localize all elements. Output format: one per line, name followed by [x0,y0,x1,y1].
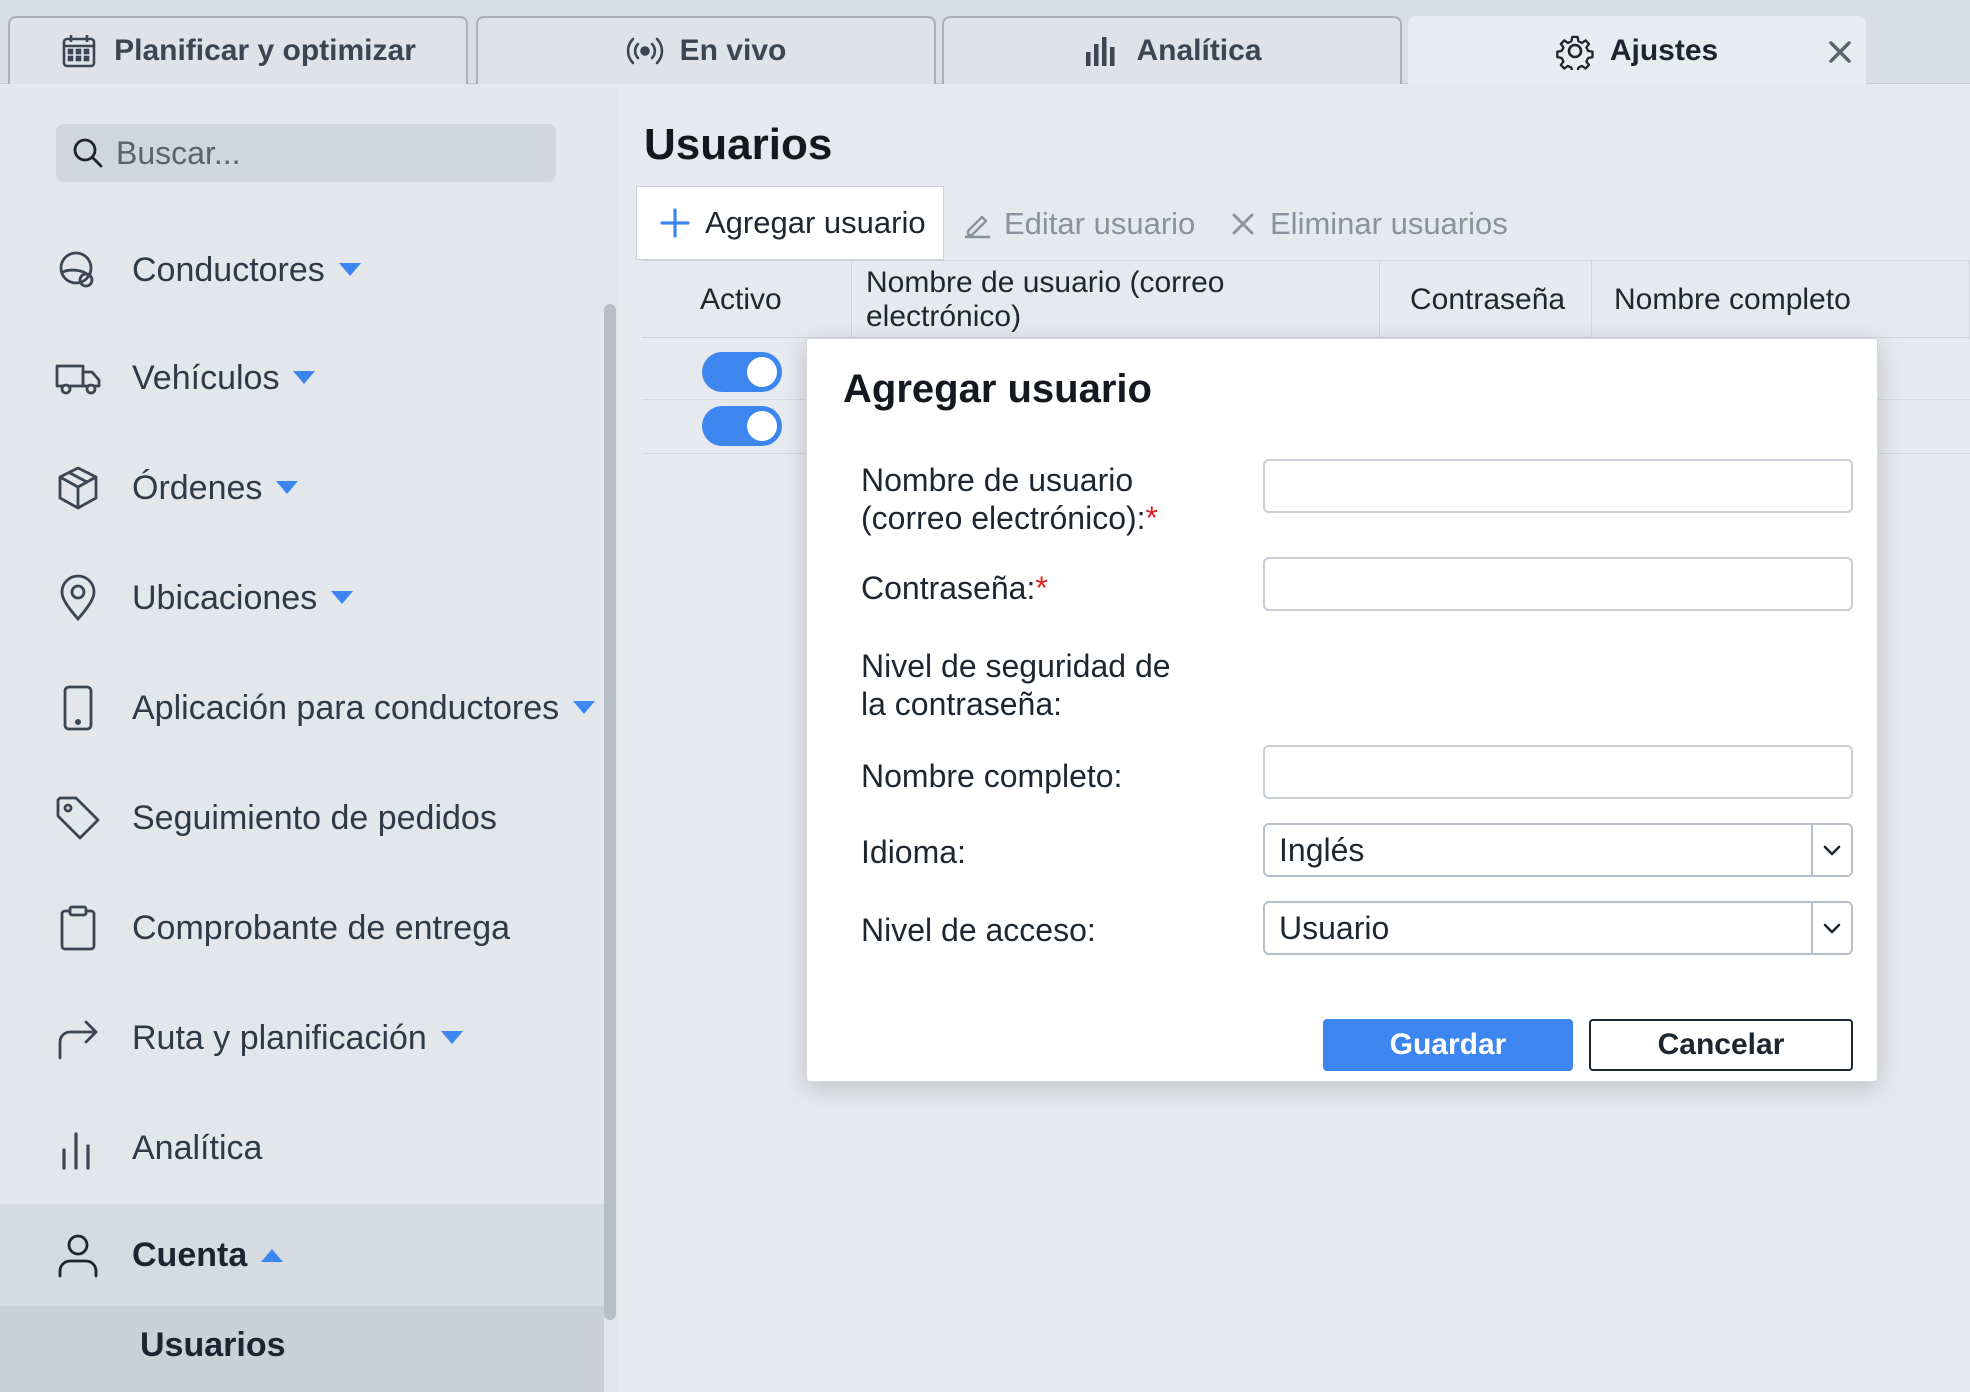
sidebar-item-label: Ubicaciones [132,578,318,617]
tab-label: Ajustes [1609,34,1719,67]
tab-label: Planificar y optimizar [114,34,416,67]
column-header-username[interactable]: Nombre de usuario (correo electrónico) [852,261,1380,339]
fullname-label: Nombre completo: [861,758,1123,794]
sidebar-item-comprobante[interactable]: Comprobante de entrega [0,880,604,976]
cancel-button[interactable]: Cancelar [1589,1019,1853,1071]
language-value: Inglés [1279,831,1365,868]
password-input[interactable] [1263,557,1853,611]
sidebar-item-label: Analítica [132,1128,263,1167]
tab-label: Analítica [1136,34,1262,67]
tab-label: En vivo [679,34,787,67]
add-user-dialog: Agregar usuario Nombre de usuario (corre… [806,338,1878,1082]
close-tab-icon[interactable] [1822,34,1858,70]
sidebar: Conductores Vehículos Órdenes [0,92,618,1392]
pencil-icon [962,209,992,239]
users-table-header: Activo Nombre de usuario (correo electró… [642,260,1970,339]
sidebar-item-label: Comprobante de entrega [132,908,511,947]
edit-user-label: Editar usuario [1004,206,1196,241]
caret-down-icon [573,701,596,714]
sidebar-item-analitica[interactable]: Analítica [0,1100,604,1196]
tab-bar: Planificar y optimizar En vivo Analítica [0,0,1970,84]
tab-analitica[interactable]: Analítica [942,16,1402,84]
gear-icon [1555,32,1594,70]
chevron-down-icon [1811,903,1851,953]
broadcast-icon [626,32,664,70]
calendar-icon [60,32,98,70]
tab-ajustes[interactable]: Ajustes [1408,16,1866,84]
column-header-password[interactable]: Contraseña [1380,261,1592,339]
truck-icon [54,354,102,402]
sidebar-item-aplicacion[interactable]: Aplicación para conductores [0,660,604,756]
username-label: Nombre de usuario (correo electrónico):* [861,462,1158,536]
caret-down-icon [293,371,316,384]
required-mark: * [1145,500,1158,536]
clipboard-icon [54,904,102,952]
sidebar-item-label: Vehículos [132,358,280,397]
access-level-select[interactable]: Usuario [1263,901,1853,955]
sidebar-item-ruta[interactable]: Ruta y planificación [0,990,604,1086]
password-strength-label: Nivel de seguridad de la contraseña: [861,648,1171,722]
close-icon [1228,209,1258,239]
page-title: Usuarios [644,120,833,169]
language-select[interactable]: Inglés [1263,823,1853,877]
sidebar-item-conductores[interactable]: Conductores [0,222,604,318]
route-arrow-icon [54,1014,102,1062]
search-input[interactable] [116,134,536,172]
tab-en-vivo[interactable]: En vivo [476,16,936,84]
access-level-label: Nivel de acceso: [861,912,1096,948]
edit-user-button[interactable]: Editar usuario [962,202,1195,246]
required-mark: * [1035,570,1048,606]
search-icon [70,135,106,171]
add-user-label: Agregar usuario [705,205,926,240]
active-toggle[interactable] [702,352,782,392]
caret-down-icon [276,481,299,494]
sidebar-item-label: Ruta y planificación [132,1018,427,1057]
tag-icon [54,794,102,842]
add-user-button[interactable]: Agregar usuario [636,186,944,260]
sidebar-item-ordenes[interactable]: Órdenes [0,440,604,536]
dialog-title: Agregar usuario [843,367,1152,411]
plus-icon [659,207,691,239]
sidebar-item-cuenta[interactable]: Cuenta [0,1204,604,1306]
fullname-input[interactable] [1263,745,1853,799]
sidebar-item-label: Conductores [132,250,325,289]
sidebar-item-label: Cuenta [132,1235,248,1274]
username-input[interactable] [1263,459,1853,513]
sidebar-subitem-usuarios[interactable]: Usuarios [0,1306,604,1392]
bar-chart-icon [54,1124,102,1172]
user-icon [54,1231,102,1279]
tab-planificar[interactable]: Planificar y optimizar [8,16,468,84]
sidebar-item-ubicaciones[interactable]: Ubicaciones [0,550,604,646]
password-label: Contraseña:* [861,570,1048,606]
caret-down-icon [331,591,354,604]
package-icon [54,464,102,512]
sidebar-item-label: Seguimiento de pedidos [132,798,497,837]
language-label: Idioma: [861,834,966,870]
save-button[interactable]: Guardar [1323,1019,1573,1071]
search-box[interactable] [56,124,556,182]
steering-icon [54,246,102,294]
column-header-fullname[interactable]: Nombre completo [1592,261,1970,339]
delete-users-button[interactable]: Eliminar usuarios [1228,202,1508,246]
caret-down-icon [440,1031,463,1044]
access-level-value: Usuario [1279,909,1390,946]
delete-users-label: Eliminar usuarios [1270,206,1508,241]
caret-down-icon [338,263,361,276]
location-pin-icon [54,574,102,622]
chevron-down-icon [1811,825,1851,875]
bar-chart-icon [1082,32,1120,70]
mobile-icon [54,684,102,732]
sidebar-item-seguimiento[interactable]: Seguimiento de pedidos [0,770,604,866]
sidebar-item-vehiculos[interactable]: Vehículos [0,330,604,426]
sidebar-subitem-label: Usuarios [140,1326,286,1364]
sidebar-item-label: Órdenes [132,468,263,507]
sidebar-item-label: Aplicación para conductores [132,688,560,727]
active-toggle[interactable] [702,406,782,446]
sidebar-scrollbar[interactable] [604,304,616,1320]
caret-up-icon [261,1249,284,1262]
column-header-activo[interactable]: Activo [642,261,852,339]
